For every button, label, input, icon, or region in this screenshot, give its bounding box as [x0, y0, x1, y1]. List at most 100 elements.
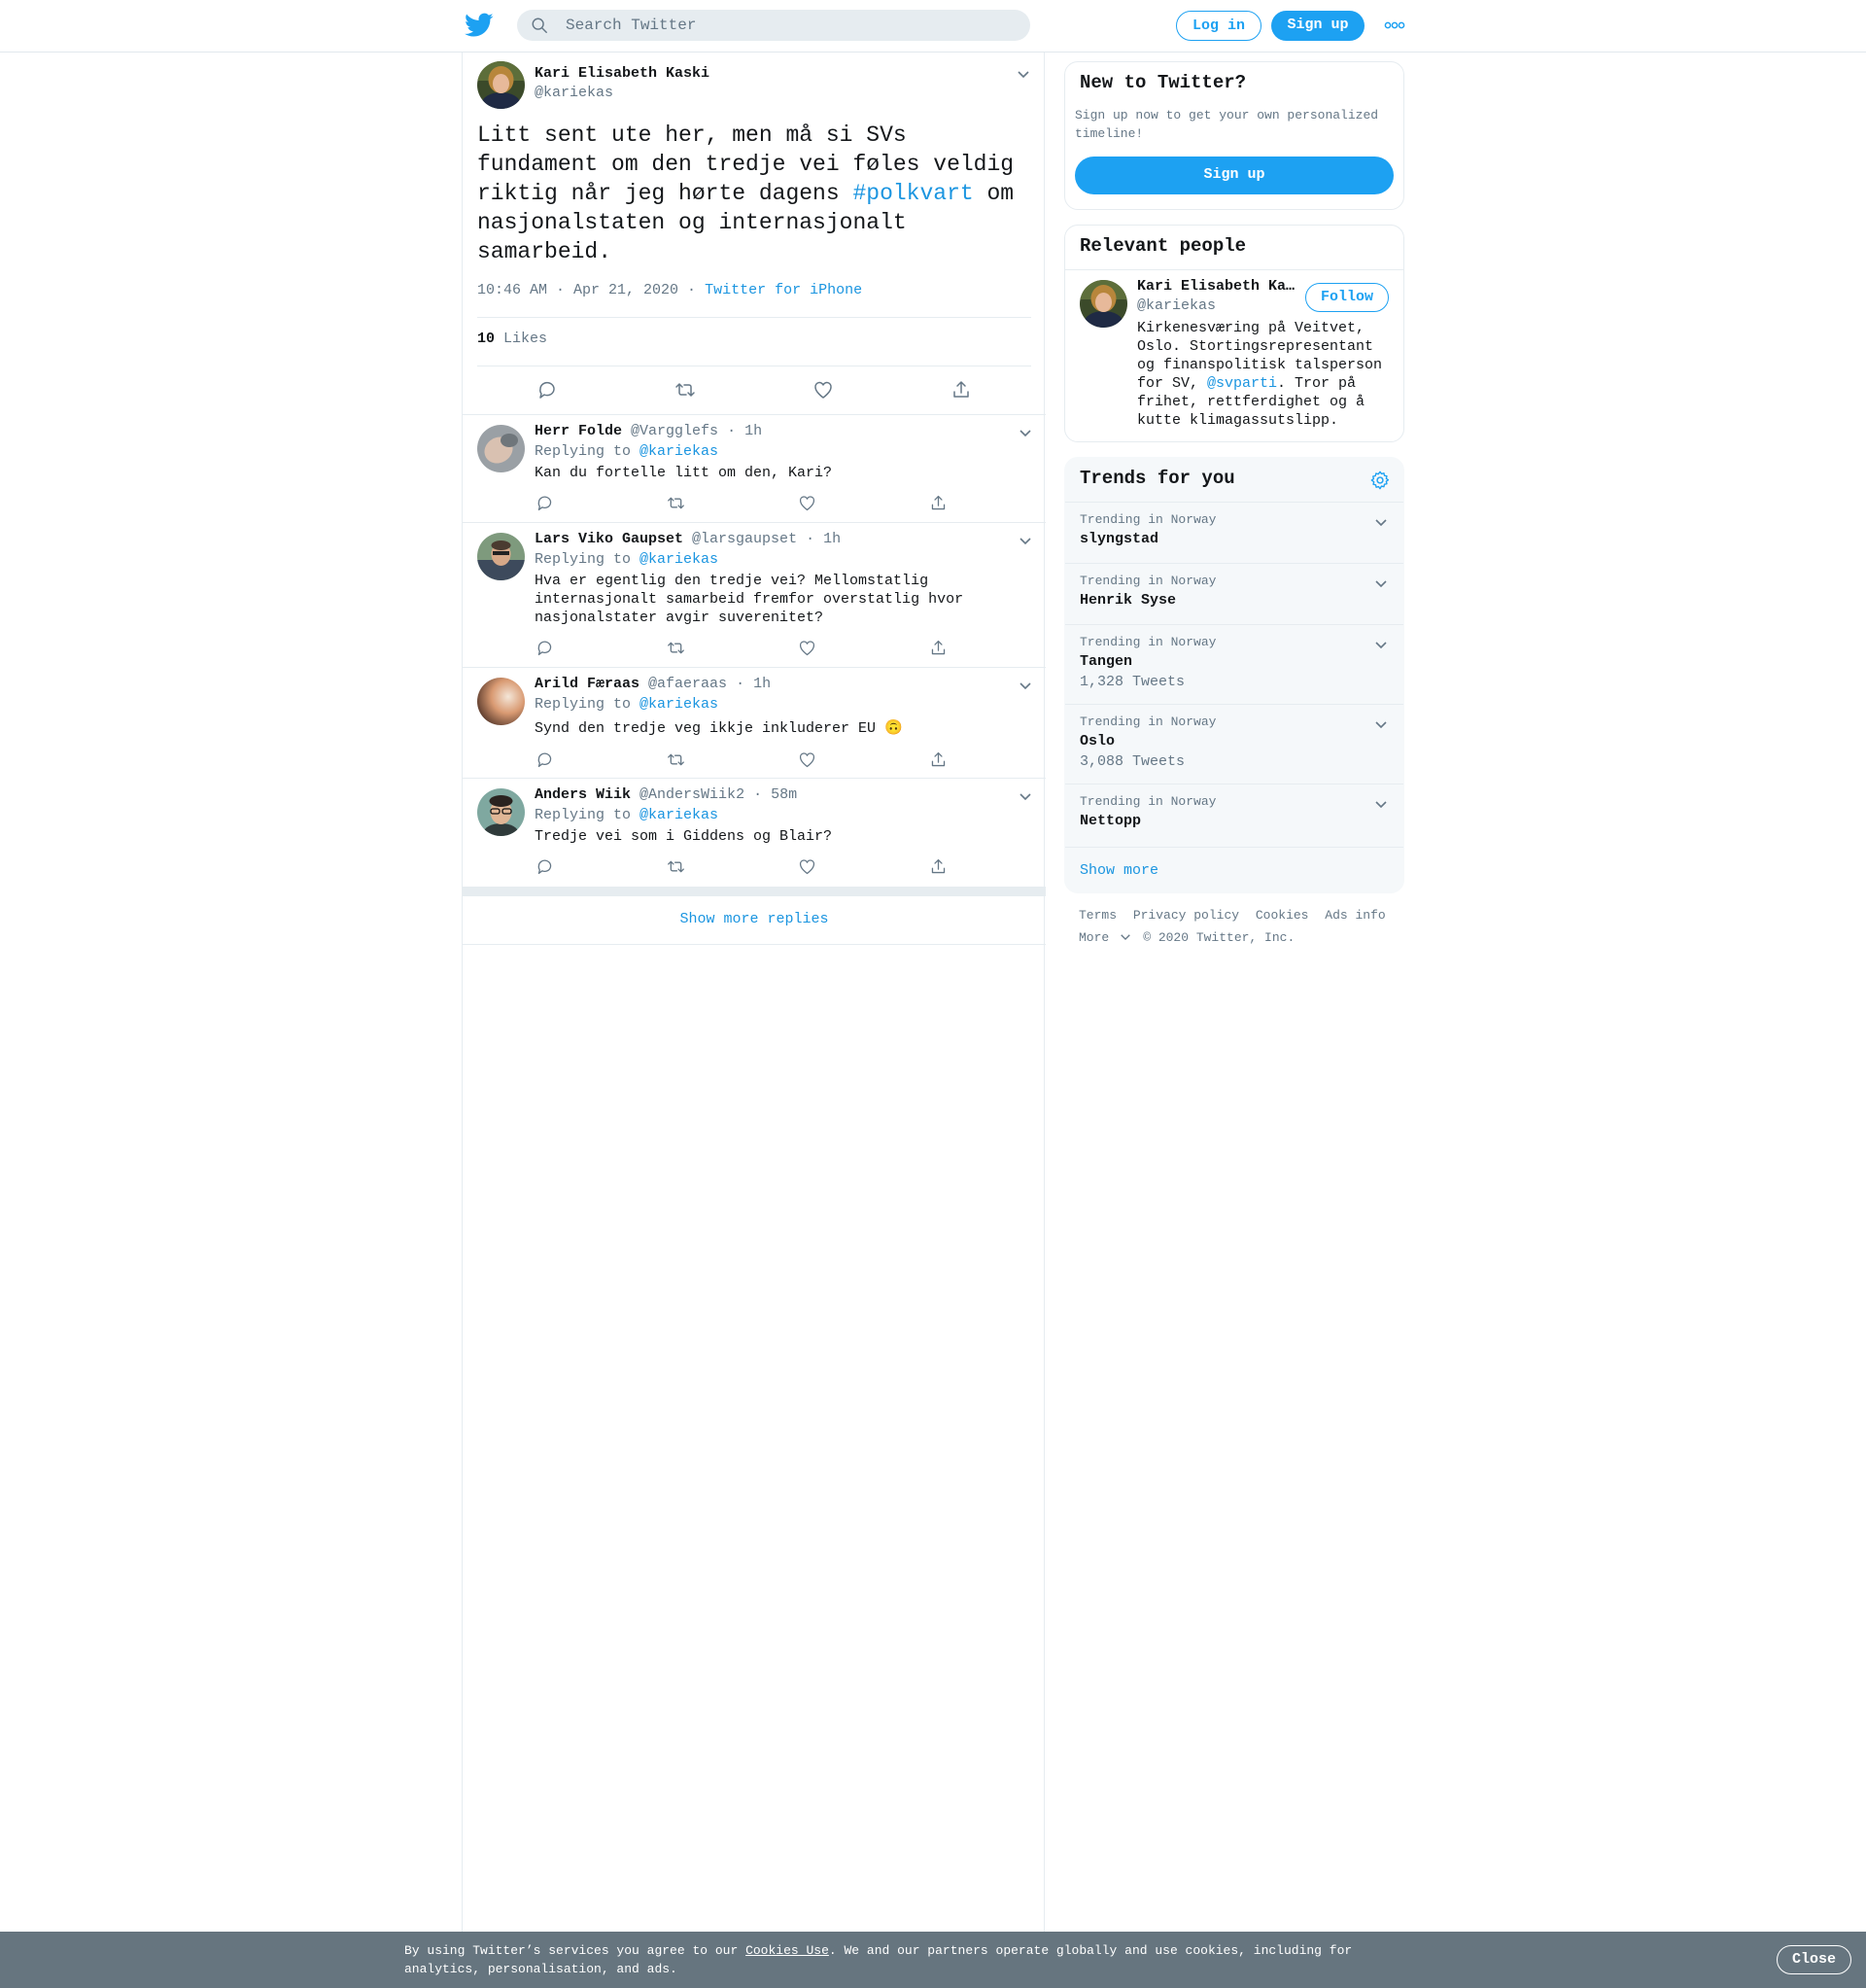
chevron-down-icon[interactable] [1374, 578, 1388, 588]
twitter-bird-icon[interactable] [465, 13, 494, 38]
avatar[interactable] [477, 425, 525, 472]
trends-show-more-link[interactable]: Show more [1065, 847, 1403, 892]
cookies-use-link[interactable]: Cookies Use [745, 1943, 829, 1958]
trend-item[interactable]: Trending in Norway Nettopp [1065, 784, 1403, 847]
reply-author-name[interactable]: Arild Færaas [535, 676, 639, 692]
cookie-consent-bar: By using Twitter’s services you agree to… [0, 1932, 1866, 1988]
replying-to-label: Replying to [535, 696, 640, 713]
avatar[interactable] [477, 678, 525, 725]
like-heart-icon[interactable] [798, 750, 816, 769]
tweet-source-link[interactable]: Twitter for iPhone [705, 282, 862, 298]
reply-author-name[interactable]: Herr Folde [535, 423, 622, 439]
more-dots-icon[interactable] [1384, 19, 1405, 31]
reply-author-handle[interactable]: @larsgaupset [692, 531, 797, 547]
reply-icon[interactable] [536, 379, 558, 401]
reply-author-handle[interactable]: @AndersWiik2 [639, 786, 744, 803]
relevant-people-card: Relevant people Kari Elisabeth Kaski @ka… [1064, 225, 1404, 442]
chevron-down-icon[interactable] [1374, 719, 1388, 729]
mention-link[interactable]: @kariekas [639, 807, 718, 823]
trend-context: Trending in Norway [1080, 635, 1217, 649]
mention-link[interactable]: @kariekas [639, 551, 718, 568]
trend-item[interactable]: Trending in Norway Tangen 1,328 Tweets [1065, 624, 1403, 704]
card-title: Relevant people [1080, 235, 1247, 257]
reply-author-name[interactable]: Anders Wiik [535, 786, 631, 803]
sidebar-signup-button[interactable]: Sign up [1075, 157, 1394, 194]
footer-link-terms[interactable]: Terms [1079, 908, 1117, 923]
retweet-icon[interactable] [667, 857, 685, 876]
person-name[interactable]: Kari Elisabeth Kaski [1137, 278, 1300, 295]
search-input[interactable]: Search Twitter [517, 10, 1030, 41]
share-icon[interactable] [929, 494, 948, 512]
reply-tweet[interactable]: Lars Viko Gaupset @larsgaupset · 1h Repl… [463, 523, 1046, 668]
reply-tweet[interactable]: Anders Wiik @AndersWiik2 · 58m Replying … [463, 779, 1046, 887]
chevron-down-icon[interactable] [1019, 428, 1032, 437]
avatar[interactable] [477, 533, 525, 580]
share-icon[interactable] [929, 639, 948, 657]
reply-icon[interactable] [536, 494, 554, 512]
trend-item[interactable]: Trending in Norway Oslo 3,088 Tweets [1065, 704, 1403, 784]
tweet-timestamp[interactable]: 10:46 AM · Apr 21, 2020 [477, 282, 678, 298]
reply-time[interactable]: · 1h [736, 676, 771, 692]
person-handle[interactable]: @kariekas [1137, 297, 1216, 314]
search-placeholder: Search Twitter [566, 17, 697, 34]
cookie-close-button[interactable]: Close [1777, 1945, 1851, 1974]
mention-link[interactable]: @kariekas [639, 443, 718, 460]
replying-to-label: Replying to [535, 551, 640, 568]
likes-count[interactable]: 10 Likes [477, 331, 547, 347]
reply-time[interactable]: · 1h [727, 423, 762, 439]
signup-button[interactable]: Sign up [1271, 11, 1365, 41]
like-heart-icon[interactable] [798, 857, 816, 876]
reply-icon[interactable] [536, 639, 554, 657]
retweet-icon[interactable] [667, 639, 685, 657]
chevron-down-icon[interactable] [1017, 69, 1030, 79]
reply-author-handle[interactable]: @afaeraas [648, 676, 727, 692]
trend-item[interactable]: Trending in Norway Henrik Syse [1065, 563, 1403, 624]
cookie-text-part: By using Twitter’s services you agree to… [404, 1943, 746, 1958]
footer-link-privacy[interactable]: Privacy policy [1133, 908, 1239, 923]
tweet-author-name[interactable]: Kari Elisabeth Kaski [535, 65, 709, 82]
retweet-icon[interactable] [674, 379, 696, 401]
footer-link-cookies[interactable]: Cookies [1256, 908, 1309, 923]
trend-item[interactable]: Trending in Norway slyngstad [1065, 502, 1403, 563]
search-icon [532, 17, 547, 33]
chevron-down-icon[interactable] [1374, 640, 1388, 649]
reply-author-handle[interactable]: @Vargglefs [631, 423, 718, 439]
reply-time[interactable]: · 58m [753, 786, 797, 803]
like-heart-icon[interactable] [798, 494, 816, 512]
reply-icon[interactable] [536, 857, 554, 876]
reply-icon[interactable] [536, 750, 554, 769]
footer-more-menu[interactable]: More [1079, 930, 1118, 945]
show-more-replies-button[interactable]: Show more replies [463, 896, 1046, 945]
footer-link-ads-info[interactable]: Ads info [1325, 908, 1385, 923]
tweet-author-handle[interactable]: @kariekas [535, 85, 613, 101]
reply-tweet[interactable]: Herr Folde @Vargglefs · 1h Replying to @… [463, 415, 1046, 523]
avatar[interactable] [477, 788, 525, 836]
chevron-down-icon[interactable] [1019, 536, 1032, 545]
reply-text: Kan du fortelle litt om den, Kari? [535, 465, 833, 481]
avatar[interactable] [477, 61, 525, 109]
share-icon[interactable] [929, 750, 948, 769]
avatar[interactable] [1080, 280, 1127, 328]
retweet-icon[interactable] [667, 750, 685, 769]
trend-context: Trending in Norway [1080, 574, 1217, 588]
chevron-down-icon[interactable] [1019, 791, 1032, 801]
hashtag-link[interactable]: #polkvart [852, 181, 973, 206]
follow-button[interactable]: Follow [1305, 283, 1389, 312]
mention-link[interactable]: @svparti [1207, 375, 1277, 392]
chevron-down-icon[interactable] [1374, 517, 1388, 527]
chevron-down-icon[interactable] [1120, 932, 1131, 941]
chevron-down-icon[interactable] [1374, 799, 1388, 809]
reply-tweet[interactable]: Arild Færaas @afaeraas · 1h Replying to … [463, 668, 1046, 779]
chevron-down-icon[interactable] [1019, 680, 1032, 690]
reply-time[interactable]: · 1h [806, 531, 841, 547]
reply-author-name[interactable]: Lars Viko Gaupset [535, 531, 683, 547]
mention-link[interactable]: @kariekas [639, 696, 718, 713]
like-heart-icon[interactable] [798, 639, 816, 657]
gear-icon[interactable] [1369, 470, 1391, 491]
like-heart-icon[interactable] [812, 379, 834, 401]
trend-context: Trending in Norway [1080, 794, 1217, 809]
share-icon[interactable] [950, 379, 972, 401]
login-button[interactable]: Log in [1176, 11, 1261, 41]
retweet-icon[interactable] [667, 494, 685, 512]
share-icon[interactable] [929, 857, 948, 876]
